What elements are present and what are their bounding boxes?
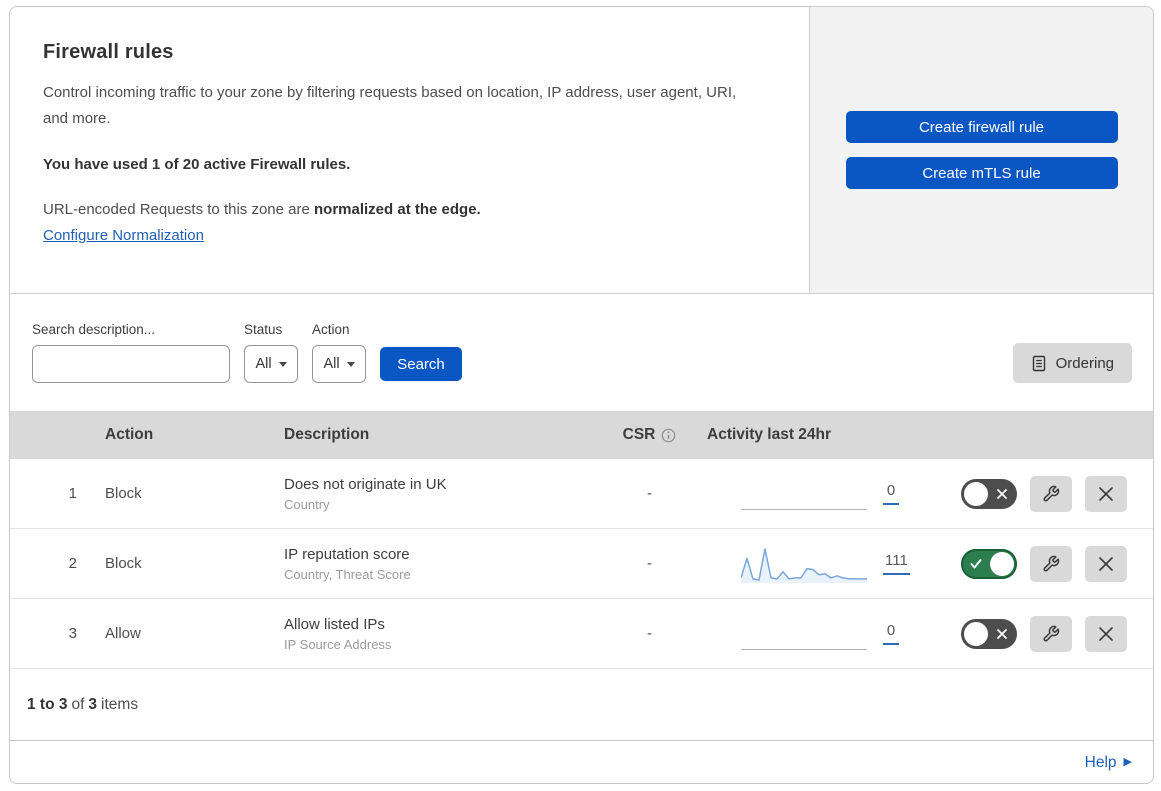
rule-fields: IP Source Address [284,636,392,652]
header-text-block: Firewall rules Control incoming traffic … [10,7,809,293]
x-icon [997,488,1007,499]
activity-count-link[interactable]: 0 [883,622,899,645]
help-bar: Help ▶ [10,741,1153,783]
normalization-note: URL-encoded Requests to this zone are no… [43,201,773,218]
activity-count-link[interactable]: 111 [883,552,910,575]
rule-csr: - [647,485,652,502]
table-row: 3 Allow Allow listed IPs IP Source Addre… [10,599,1153,669]
activity-column-header: Activity last 24hr [707,426,832,443]
status-label: Status [244,322,283,337]
wrench-icon [1043,485,1060,501]
rule-priority: 3 [68,625,77,642]
firewall-rules-panel: Firewall rules Control incoming traffic … [9,6,1154,784]
close-icon [1099,556,1113,571]
ordering-button-label: Ordering [1055,354,1114,372]
activity-sparkline [741,475,867,513]
rule-enabled-toggle[interactable] [961,548,1017,579]
rule-action: Block [105,555,142,572]
page-title: Firewall rules [43,41,174,63]
list-icon [1032,355,1045,371]
rule-controls [935,615,1153,652]
delete-rule-button[interactable] [1085,475,1127,512]
rule-priority: 1 [68,485,77,502]
rule-description-cell: IP reputation score Country, Threat Scor… [277,546,602,582]
items-of-label: of [71,695,85,713]
rule-fields: Country [284,496,330,512]
items-range: 1 to 3 [27,695,68,713]
create-mtls-rule-button[interactable]: Create mTLS rule [845,157,1118,189]
chevron-down-icon [278,361,287,367]
ordering-button[interactable]: Ordering [1012,343,1132,383]
rule-activity-cell: 111 [697,545,935,583]
activity-sparkline [741,615,867,653]
rule-fields: Country, Threat Score [284,566,411,582]
info-icon[interactable] [661,428,676,443]
rule-activity-cell: 0 [697,615,935,653]
rule-description: Does not originate in UK [284,475,447,493]
x-icon [997,628,1007,639]
rule-csr: - [647,625,652,642]
table-header: Action Description CSR Activity last 24h… [10,411,1153,459]
activity-sparkline [741,545,867,583]
status-selected-value: All [255,356,272,372]
action-column-header: Action [105,426,154,443]
check-icon [970,558,982,568]
wrench-icon [1043,625,1060,641]
rule-description: IP reputation score [284,545,410,563]
create-firewall-rule-button[interactable]: Create firewall rule [845,111,1118,143]
search-button[interactable]: Search [380,347,462,381]
toggle-knob [990,551,1014,576]
usage-summary: You have used 1 of 20 active Firewall ru… [43,155,351,173]
toggle-knob [964,621,988,646]
rule-controls [935,545,1153,582]
edit-rule-button[interactable] [1030,615,1072,652]
actions-panel: Create firewall rule Create mTLS rule [809,7,1153,293]
table-row: 1 Block Does not originate in UK Country… [10,459,1153,529]
pagination-summary: 1 to 3 of 3 items [10,669,1153,741]
action-select[interactable]: All [312,345,366,383]
csr-header-label: CSR [622,426,656,443]
edit-rule-button[interactable] [1030,545,1072,582]
normalization-text: URL-encoded Requests to this zone are [43,200,314,218]
delete-rule-button[interactable] [1085,545,1127,582]
search-label: Search description... [32,322,156,337]
header-section: Firewall rules Control incoming traffic … [10,7,1153,294]
close-icon [1099,486,1113,501]
normalization-bold-text: normalized at the edge. [314,200,481,218]
rule-description-cell: Does not originate in UK Country [277,476,602,512]
search-box[interactable] [32,345,230,383]
action-label: Action [312,322,350,337]
page-description: Control incoming traffic to your zone by… [43,84,737,128]
rule-action: Allow [105,625,141,642]
help-link[interactable]: Help ▶ [1085,754,1132,772]
wrench-icon [1043,555,1060,571]
chevron-down-icon [346,361,355,367]
rule-action: Block [105,485,142,502]
help-link-label: Help [1084,753,1117,771]
rule-controls [935,475,1153,512]
configure-normalization-link[interactable]: Configure Normalization [43,227,204,244]
description-column-header: Description [284,426,370,443]
rule-activity-cell: 0 [697,475,935,513]
rule-description-cell: Allow listed IPs IP Source Address [277,616,602,652]
csr-column-header: CSR [602,426,697,444]
items-label: items [101,695,139,713]
table-row: 2 Block IP reputation score Country, Thr… [10,529,1153,599]
search-input[interactable] [49,346,230,382]
close-icon [1099,626,1113,641]
activity-count-link[interactable]: 0 [883,482,899,505]
rule-csr: - [647,555,652,572]
action-selected-value: All [323,356,340,372]
items-total: 3 [88,695,98,713]
delete-rule-button[interactable] [1085,615,1127,652]
right-arrow-icon: ▶ [1123,756,1132,768]
rule-enabled-toggle[interactable] [961,618,1017,649]
filter-bar: Search description... Status All Action … [10,294,1153,411]
rule-enabled-toggle[interactable] [961,478,1017,509]
rule-description: Allow listed IPs [284,615,385,633]
toggle-knob [964,481,988,506]
rule-priority: 2 [68,555,77,572]
status-select[interactable]: All [244,345,298,383]
edit-rule-button[interactable] [1030,475,1072,512]
